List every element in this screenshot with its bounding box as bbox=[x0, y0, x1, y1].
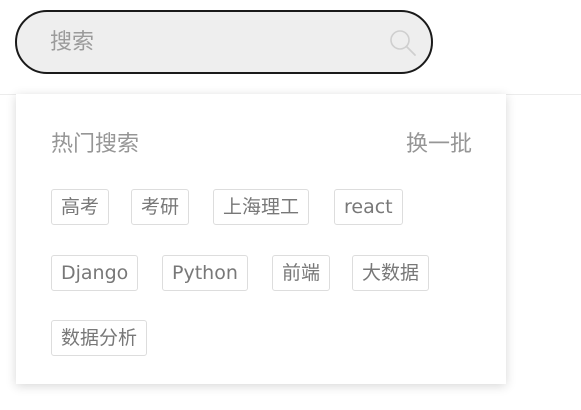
hot-tag[interactable]: 考研 bbox=[131, 189, 190, 225]
hot-tag[interactable]: react bbox=[334, 189, 403, 225]
hot-tag[interactable]: 前端 bbox=[272, 255, 331, 291]
hot-tag[interactable]: 上海理工 bbox=[213, 189, 310, 225]
search-icon[interactable] bbox=[388, 28, 418, 58]
hot-tag[interactable]: 大数据 bbox=[352, 255, 430, 291]
search-input[interactable] bbox=[50, 12, 370, 72]
hot-search-dropdown: 热门搜索 换一批 高考 考研 上海理工 react Django Python … bbox=[16, 94, 506, 384]
refresh-button[interactable]: 换一批 bbox=[406, 130, 472, 160]
hot-tag[interactable]: Django bbox=[51, 255, 139, 291]
search-box[interactable] bbox=[15, 10, 433, 74]
hot-tag[interactable]: 数据分析 bbox=[51, 320, 148, 356]
hot-tag[interactable]: 高考 bbox=[51, 189, 110, 225]
page: 热门搜索 换一批 高考 考研 上海理工 react Django Python … bbox=[0, 0, 581, 410]
hot-search-title: 热门搜索 bbox=[51, 132, 140, 157]
hot-tag[interactable]: Python bbox=[162, 255, 248, 291]
